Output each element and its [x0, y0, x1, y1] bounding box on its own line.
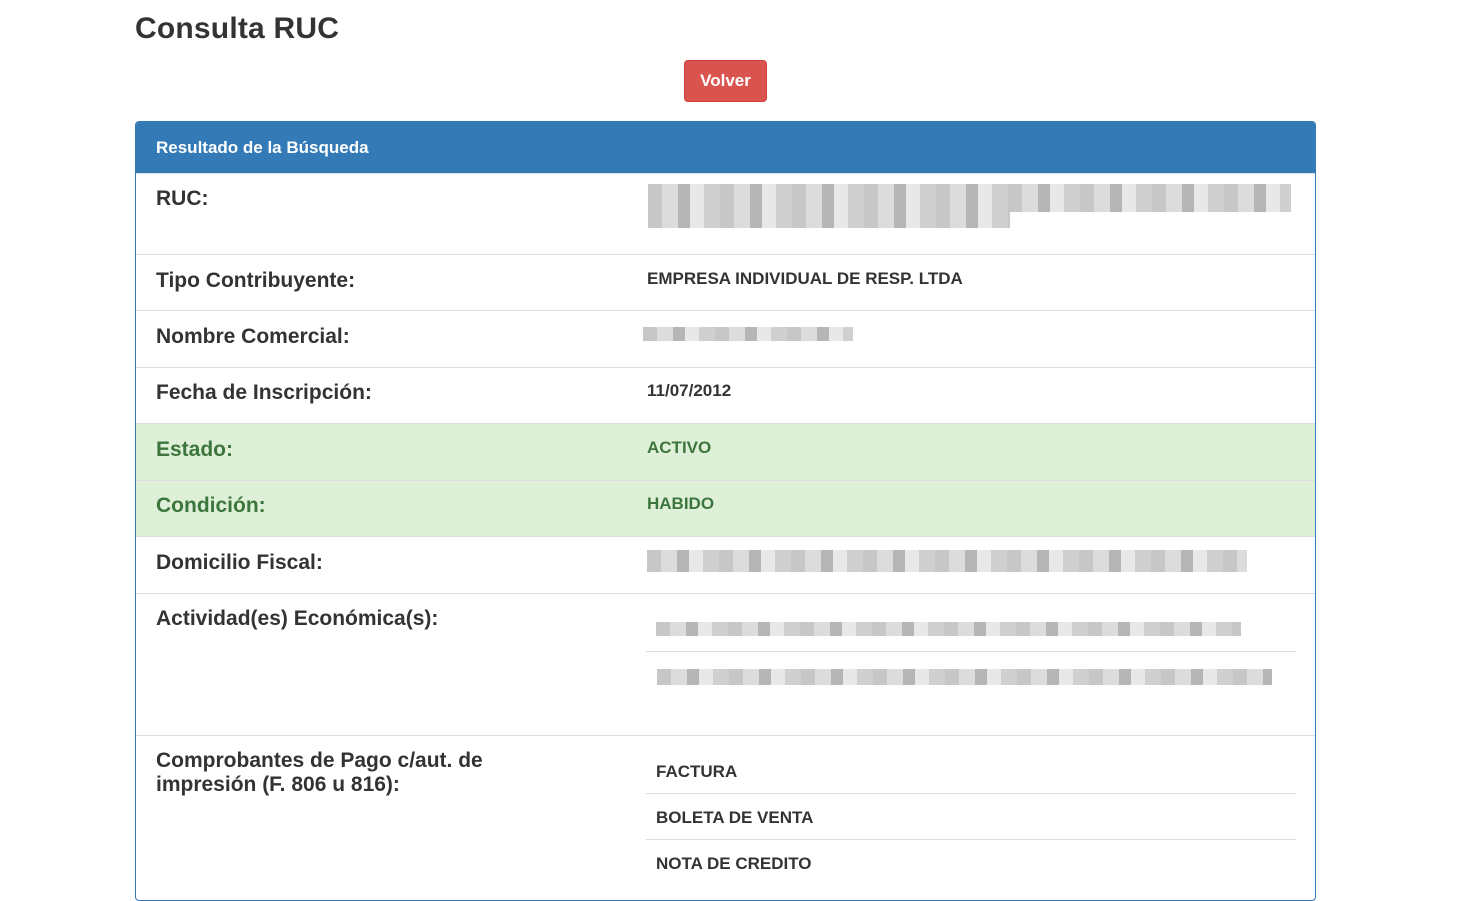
list-item — [646, 594, 1296, 652]
redacted-block — [648, 212, 1010, 228]
back-button[interactable]: Volver — [684, 60, 767, 102]
comprobante-text: BOLETA DE VENTA — [656, 808, 814, 827]
row-domicilio-fiscal: Domicilio Fiscal: — [136, 536, 1315, 593]
row-nombre-comercial: Nombre Comercial: — [136, 310, 1315, 367]
comprobante-text: FACTURA — [656, 762, 738, 781]
actividad-redacted — [657, 669, 1272, 685]
condicion-value: HABIDO — [647, 494, 715, 513]
row-estado: Estado: ACTIVO — [136, 423, 1315, 480]
comprobante-text: NOTA DE CREDITO — [656, 854, 812, 873]
panel-heading: Resultado de la Búsqueda — [136, 122, 1315, 173]
row-tipo-contribuyente: Tipo Contribuyente: EMPRESA INDIVIDUAL D… — [136, 254, 1315, 310]
list-item: NOTA DE CREDITO — [646, 840, 1296, 886]
row-comprobantes: Comprobantes de Pago c/aut. de impresión… — [136, 735, 1315, 885]
list-item — [646, 652, 1296, 712]
list-item: BOLETA DE VENTA — [646, 794, 1296, 840]
redacted-block — [648, 184, 1291, 212]
fecha-inscripcion-label: Fecha de Inscripción: — [156, 381, 372, 404]
fecha-inscripcion-value: 11/07/2012 — [647, 381, 732, 400]
estado-value: ACTIVO — [647, 438, 712, 457]
estado-label: Estado: — [156, 438, 234, 461]
actividad-economica-label: Actividad(es) Económica(s): — [156, 607, 439, 630]
row-ruc: RUC: — [136, 173, 1315, 254]
row-condicion: Condición: HABIDO — [136, 480, 1315, 536]
domicilio-fiscal-redacted — [647, 550, 1247, 572]
list-item: FACTURA — [646, 748, 1296, 794]
row-fecha-inscripcion: Fecha de Inscripción: 11/07/2012 — [136, 367, 1315, 423]
page-title: Consulta RUC — [135, 12, 340, 45]
nombre-comercial-redacted — [643, 327, 853, 341]
domicilio-fiscal-label: Domicilio Fiscal: — [156, 551, 323, 574]
actividad-economica-list — [646, 594, 1296, 712]
ruc-label: RUC: — [156, 187, 209, 210]
tipo-contribuyente-label: Tipo Contribuyente: — [156, 269, 356, 292]
actividad-redacted — [656, 622, 1241, 636]
condicion-label: Condición: — [156, 494, 266, 517]
nombre-comercial-label: Nombre Comercial: — [156, 325, 350, 348]
results-panel: Resultado de la Búsqueda RUC: Tipo Contr… — [135, 121, 1316, 901]
comprobantes-list: FACTURA BOLETA DE VENTA NOTA DE CREDITO — [646, 748, 1296, 886]
comprobantes-label-line2: impresión (F. 806 u 816): — [156, 773, 400, 796]
tipo-contribuyente-value: EMPRESA INDIVIDUAL DE RESP. LTDA — [647, 269, 963, 288]
comprobantes-label-line1: Comprobantes de Pago c/aut. de — [156, 749, 483, 772]
comprobantes-label: Comprobantes de Pago c/aut. de impresión… — [156, 749, 483, 797]
row-actividad-economica: Actividad(es) Económica(s): — [136, 593, 1315, 735]
